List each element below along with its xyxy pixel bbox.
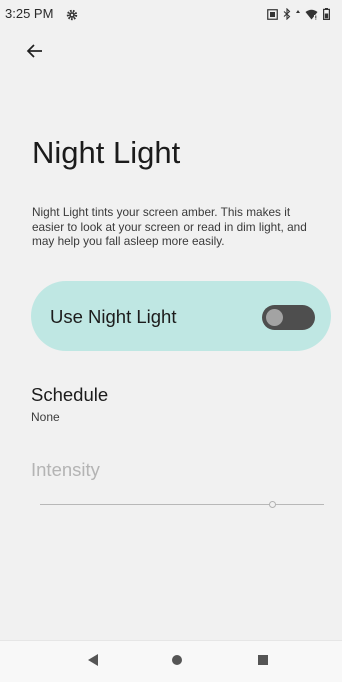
nav-home-button[interactable] [168,653,186,671]
intensity-slider-track [40,504,324,505]
arrow-left-icon [26,43,44,64]
schedule-title: Schedule [31,384,109,405]
back-button[interactable] [20,38,50,68]
status-time: 3:25 PM [5,6,54,21]
nav-recents-button[interactable] [254,653,272,671]
night-light-toggle-card[interactable]: Use Night Light [31,281,331,351]
switch-knob [266,309,283,326]
bluetooth-icon [283,8,291,20]
back-triangle-icon [87,653,99,672]
intensity-slider[interactable] [40,495,324,515]
schedule-value: None [31,410,60,424]
screenshot-icon [267,8,278,20]
battery-icon [323,8,330,20]
wifi-icon [305,9,318,20]
night-light-switch[interactable] [262,305,315,330]
data-arrows-icon [296,10,300,18]
intensity-label: Intensity [31,459,100,480]
navigation-bar [0,640,342,682]
home-circle-icon [171,653,183,671]
nav-back-button[interactable] [84,653,102,671]
intensity-slider-thumb[interactable] [269,501,277,508]
page-title: Night Light [32,135,181,170]
page-description: Night Light tints your screen amber. Thi… [32,205,307,248]
settings-gear-icon [66,8,78,21]
recents-square-icon [257,653,269,671]
status-bar: 3:25 PM [0,0,342,28]
status-icons [267,7,330,21]
night-light-toggle-label: Use Night Light [50,306,177,327]
